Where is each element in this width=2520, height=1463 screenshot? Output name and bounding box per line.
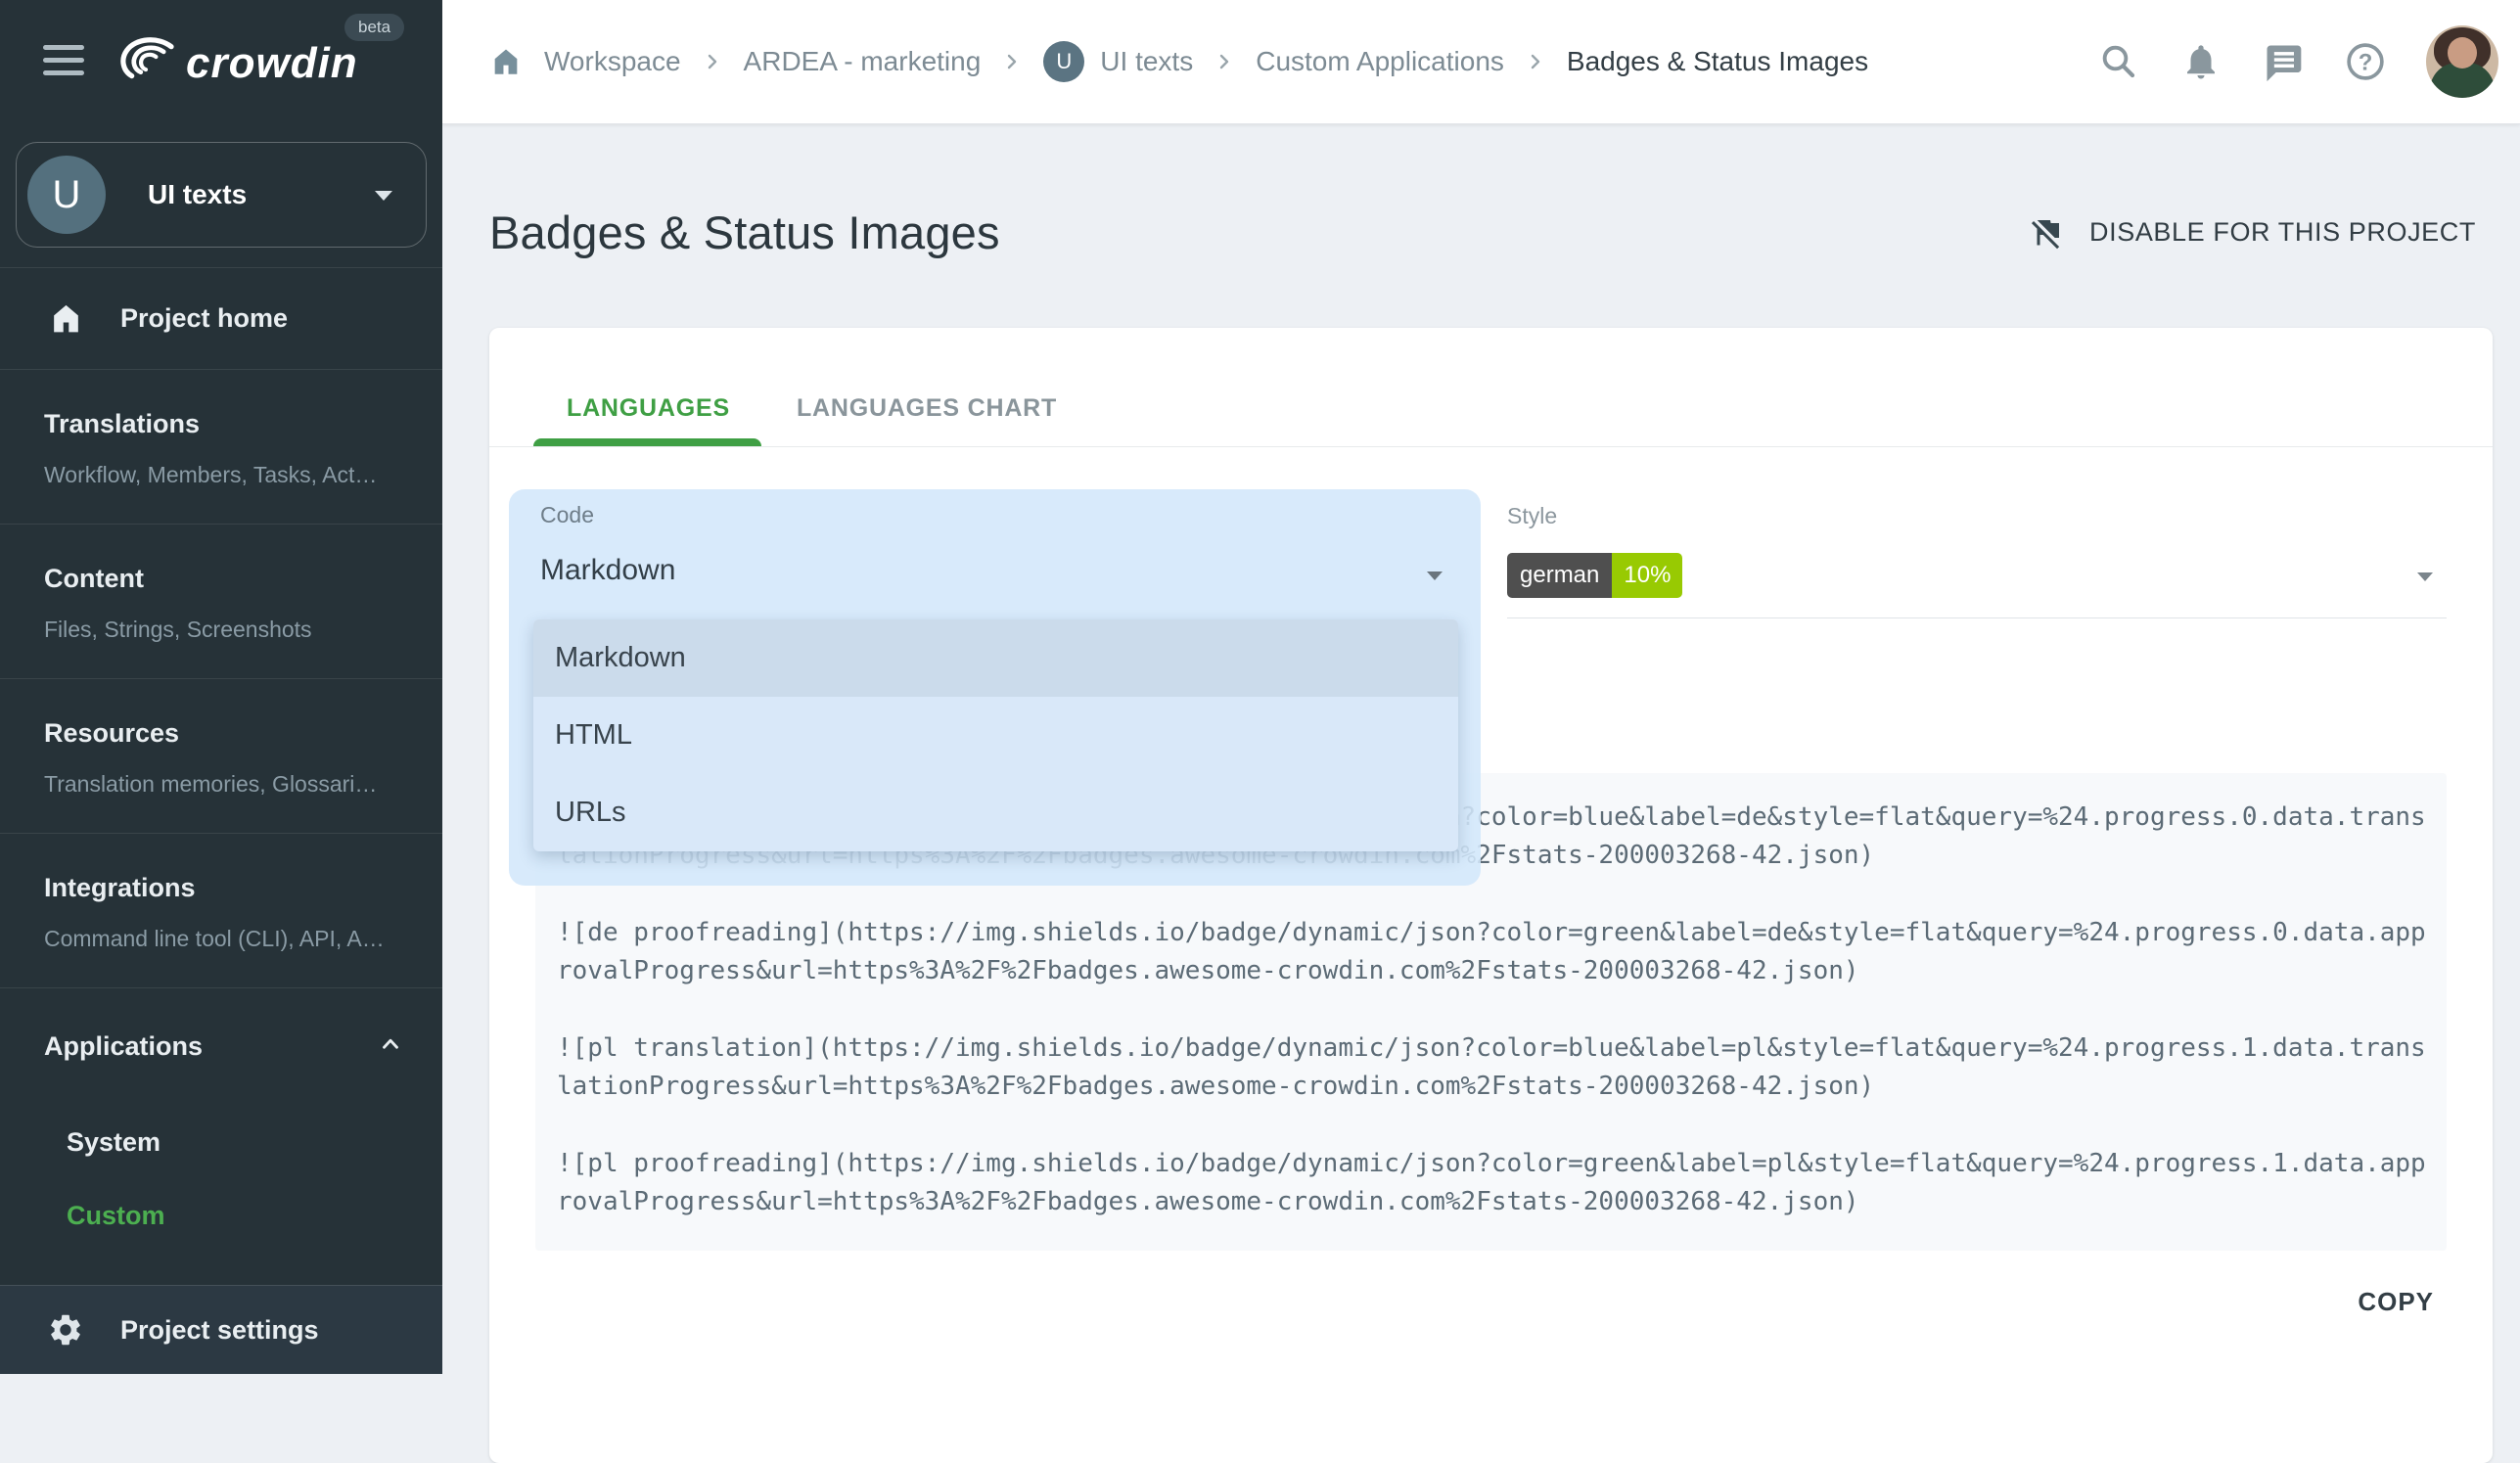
project-selector[interactable]: U UI texts — [16, 142, 427, 248]
breadcrumb-item-current: Badges & Status Images — [1567, 46, 1868, 77]
breadcrumb-chevron-icon — [703, 52, 722, 71]
crowdin-logo-text: crowdin — [186, 39, 358, 88]
section-title: Integrations — [44, 871, 398, 904]
tabs: LANGUAGES LANGUAGES CHART — [533, 379, 1090, 438]
copy-button[interactable]: COPY — [2332, 1275, 2459, 1329]
notifications-bell-icon[interactable] — [2179, 40, 2222, 83]
tabs-divider — [489, 446, 2493, 447]
disable-for-project-button[interactable]: DISABLE FOR THIS PROJECT — [2030, 214, 2476, 250]
code-line: ![pl translation](https://img.shields.io… — [557, 1029, 2428, 1106]
section-subtitle: Workflow, Members, Tasks, Act… — [44, 461, 398, 489]
svg-text:?: ? — [2359, 49, 2373, 75]
sidebar-section-applications: Applications System Custom — [0, 988, 442, 1253]
page-title: Badges & Status Images — [489, 206, 1000, 259]
menu-item-urls[interactable]: URLs — [533, 774, 1458, 851]
project-avatar: U — [27, 156, 106, 234]
code-line: ![pl proofreading](https://img.shields.i… — [557, 1145, 2428, 1221]
breadcrumb-item-project[interactable]: U UI texts — [1043, 41, 1193, 82]
sidebar-logo-row: crowdin beta — [0, 0, 442, 124]
sidebar-item-project-settings[interactable]: Project settings — [0, 1285, 442, 1374]
section-subtitle: Command line tool (CLI), API, A… — [44, 925, 398, 953]
breadcrumb: Workspace ARDEA - marketing U UI texts C… — [489, 41, 1868, 82]
active-tab-indicator — [533, 438, 761, 446]
code-select-menu: Markdown HTML URLs — [533, 619, 1458, 851]
sidebar-item-label: Project home — [120, 303, 288, 334]
hamburger-menu-icon[interactable] — [43, 45, 86, 78]
style-select: Style german 10% — [1507, 502, 2447, 598]
beta-badge: beta — [344, 14, 404, 41]
menu-item-html[interactable]: HTML — [533, 697, 1458, 774]
sidebar-item-translations[interactable]: Translations Workflow, Members, Tasks, A… — [0, 370, 442, 524]
tab-languages[interactable]: LANGUAGES — [533, 379, 763, 438]
topbar-actions: ? — [2097, 25, 2498, 98]
crowdin-logo-icon — [114, 35, 178, 86]
breadcrumb-chevron-icon — [1002, 52, 1022, 71]
chevron-up-icon[interactable] — [378, 1031, 403, 1057]
sidebar-item-label: Project settings — [120, 1315, 319, 1346]
topbar: Workspace ARDEA - marketing U UI texts C… — [442, 0, 2520, 124]
user-avatar[interactable] — [2426, 25, 2498, 98]
section-subtitle: Files, Strings, Screenshots — [44, 616, 398, 644]
breadcrumb-item-custom-applications[interactable]: Custom Applications — [1256, 46, 1504, 77]
tab-languages-chart[interactable]: LANGUAGES CHART — [763, 379, 1090, 438]
sidebar-item-system[interactable]: System — [44, 1106, 398, 1179]
flag-off-icon — [2030, 214, 2065, 250]
project-name: UI texts — [148, 179, 247, 210]
breadcrumb-home-icon[interactable] — [489, 45, 523, 78]
search-icon[interactable] — [2097, 40, 2140, 83]
gear-icon — [47, 1311, 84, 1349]
page-header: Badges & Status Images DISABLE FOR THIS … — [489, 201, 2476, 263]
code-line: ![de proofreading](https://img.shields.i… — [557, 914, 2428, 990]
chevron-down-icon[interactable] — [1427, 571, 1443, 580]
chevron-down-icon — [375, 191, 392, 201]
messages-chat-icon[interactable] — [2262, 40, 2305, 83]
project-avatar: U — [1043, 41, 1084, 82]
sidebar-item-project-home[interactable]: Project home — [0, 268, 442, 369]
code-label: Code — [540, 502, 594, 528]
sidebar-item-integrations[interactable]: Integrations Command line tool (CLI), AP… — [0, 834, 442, 987]
sidebar-item-content[interactable]: Content Files, Strings, Screenshots — [0, 525, 442, 678]
applications-title[interactable]: Applications — [44, 1029, 398, 1063]
help-icon[interactable]: ? — [2344, 40, 2387, 83]
breadcrumb-chevron-icon — [1214, 52, 1234, 71]
badge-label: german — [1507, 553, 1612, 598]
style-label: Style — [1507, 502, 2447, 529]
home-icon — [48, 300, 84, 337]
section-title: Resources — [44, 716, 398, 750]
breadcrumb-item-label: UI texts — [1100, 46, 1193, 77]
breadcrumb-chevron-icon — [1526, 52, 1545, 71]
sidebar: crowdin beta U UI texts Project home Tra… — [0, 0, 442, 1374]
breadcrumb-item-workspace[interactable]: Workspace — [544, 46, 681, 77]
disable-button-label: DISABLE FOR THIS PROJECT — [2089, 217, 2476, 248]
code-select-value[interactable]: Markdown — [540, 554, 675, 587]
breadcrumb-item-project-group[interactable]: ARDEA - marketing — [744, 46, 982, 77]
sidebar-item-resources[interactable]: Resources Translation memories, Glossari… — [0, 679, 442, 833]
style-select-underline — [1507, 617, 2447, 618]
menu-item-markdown[interactable]: Markdown — [533, 619, 1458, 697]
style-badge-preview[interactable]: german 10% — [1507, 553, 1682, 598]
section-title: Translations — [44, 407, 398, 440]
section-title: Content — [44, 562, 398, 595]
badge-value: 10% — [1612, 553, 1682, 598]
code-select-highlight: Code Markdown Markdown HTML URLs — [509, 489, 1481, 886]
chevron-down-icon[interactable] — [2417, 572, 2433, 581]
sidebar-item-custom[interactable]: Custom — [44, 1179, 398, 1253]
section-subtitle: Translation memories, Glossari… — [44, 770, 398, 799]
